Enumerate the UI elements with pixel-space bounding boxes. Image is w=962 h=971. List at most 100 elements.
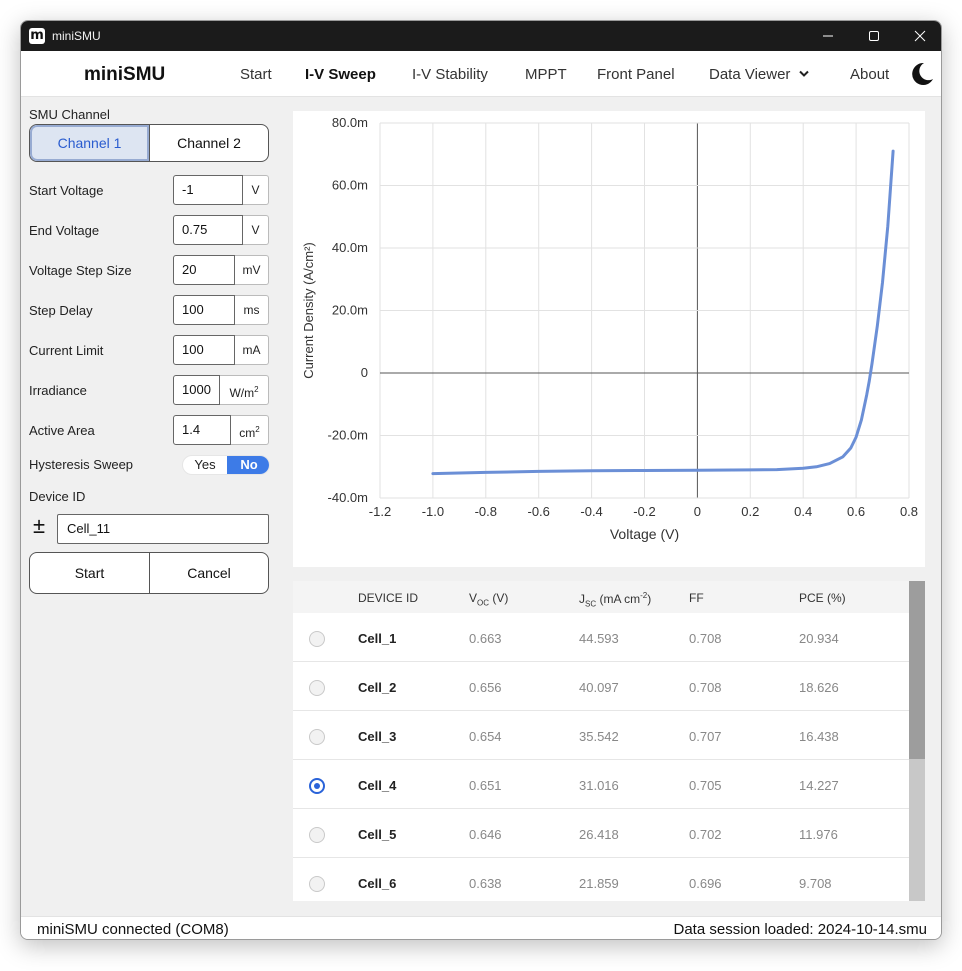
irradiance-field: 1000 W/m2 xyxy=(173,375,269,405)
nav-data-viewer[interactable]: Data Viewer xyxy=(709,66,809,83)
maximize-button[interactable] xyxy=(851,21,897,51)
x-tick-label: 0.8 xyxy=(900,504,918,519)
cell-ff: 0.705 xyxy=(689,778,722,793)
moon-icon[interactable] xyxy=(909,61,935,87)
hysteresis-label: Hysteresis Sweep xyxy=(29,457,134,472)
start-voltage-input[interactable]: -1 xyxy=(173,175,243,205)
nav-iv-sweep[interactable]: I-V Sweep xyxy=(305,66,376,83)
end-voltage-input[interactable]: 0.75 xyxy=(173,215,243,245)
cell-voc: 0.651 xyxy=(469,778,502,793)
table-row[interactable]: Cell_5 0.646 26.418 0.702 11.976 xyxy=(293,809,909,858)
row-select-radio[interactable] xyxy=(309,680,325,696)
active-area-input[interactable]: 1.4 xyxy=(173,415,231,445)
row-select-radio[interactable] xyxy=(309,729,325,745)
iv-chart[interactable]: -1.2 -1.0 -0.8 -0.6 -0.4 -0.2 0 0.2 0.4 0.6 0.8 -40… xyxy=(293,111,925,567)
table-scrollbar[interactable] xyxy=(909,581,925,901)
end-voltage-unit: V xyxy=(243,215,269,245)
irradiance-input[interactable]: 1000 xyxy=(173,375,220,405)
cell-jsc: 40.097 xyxy=(579,680,619,695)
active-area-label: Active Area xyxy=(29,423,95,438)
app-logo-icon: m xyxy=(29,28,45,44)
channel-1-button[interactable]: Channel 1 xyxy=(30,125,149,161)
plus-minus-button[interactable]: ± xyxy=(33,513,45,539)
scrollbar-thumb[interactable] xyxy=(909,581,925,759)
current-limit-label: Current Limit xyxy=(29,343,104,358)
y-tick-label: -20.0m xyxy=(328,428,368,443)
step-delay-unit: ms xyxy=(235,295,269,325)
table-row[interactable]: Cell_6 0.638 21.859 0.696 9.708 xyxy=(293,858,909,901)
cell-jsc: 44.593 xyxy=(579,631,619,646)
irradiance-label: Irradiance xyxy=(29,383,87,398)
cancel-button[interactable]: Cancel xyxy=(149,553,268,593)
voltage-step-unit: mV xyxy=(235,255,269,285)
nav-front-panel[interactable]: Front Panel xyxy=(597,66,675,83)
end-voltage-label: End Voltage xyxy=(29,223,100,238)
step-delay-label: Step Delay xyxy=(29,303,93,318)
minimize-button[interactable] xyxy=(805,21,851,51)
x-tick-label: -0.4 xyxy=(580,504,602,519)
cell-pce: 11.976 xyxy=(799,827,838,842)
connection-status: miniSMU connected (COM8) xyxy=(37,921,229,938)
chevron-down-icon xyxy=(798,70,809,77)
start-button[interactable]: Start xyxy=(30,553,149,593)
hysteresis-no[interactable]: No xyxy=(227,456,269,474)
table-row[interactable]: Cell_1 0.663 44.593 0.708 20.934 xyxy=(293,613,909,662)
channel-2-button[interactable]: Channel 2 xyxy=(149,125,268,161)
cell-device-id: Cell_1 xyxy=(358,631,397,646)
cell-jsc: 35.542 xyxy=(579,729,619,744)
table-row[interactable]: Cell_3 0.654 35.542 0.707 16.438 xyxy=(293,711,909,760)
table-header: DEVICE ID VOC (V) JSC (mA cm-2) FF PCE (… xyxy=(293,581,909,613)
x-tick-label: 0.6 xyxy=(847,504,865,519)
x-tick-label: 0 xyxy=(694,504,701,519)
cell-jsc: 31.016 xyxy=(579,778,619,793)
device-id-input[interactable]: Cell_11 xyxy=(57,514,269,544)
header-pce: PCE (%) xyxy=(799,591,846,605)
row-select-radio[interactable] xyxy=(309,827,325,843)
cell-pce: 20.934 xyxy=(799,631,839,646)
session-status: Data session loaded: 2024-10-14.smu xyxy=(673,921,928,938)
start-voltage-label: Start Voltage xyxy=(29,183,104,198)
row-select-radio[interactable] xyxy=(309,778,325,794)
x-tick-label: 0.2 xyxy=(741,504,759,519)
x-tick-label: -1.2 xyxy=(369,504,391,519)
nav-about[interactable]: About xyxy=(850,66,889,83)
nav-iv-stability[interactable]: I-V Stability xyxy=(412,66,488,83)
current-limit-input[interactable]: 100 xyxy=(173,335,235,365)
header-voc: VOC (V) xyxy=(469,591,508,607)
nav-start[interactable]: Start xyxy=(240,66,272,83)
current-limit-unit: mA xyxy=(235,335,269,365)
table-row[interactable]: Cell_4 0.651 31.016 0.705 14.227 xyxy=(293,760,909,809)
irradiance-unit-sup: 2 xyxy=(254,385,259,394)
current-limit-field: 100 mA xyxy=(173,335,269,365)
x-axis-label: Voltage (V) xyxy=(610,526,679,542)
close-icon xyxy=(914,30,926,42)
cell-ff: 0.707 xyxy=(689,729,722,744)
hysteresis-yes[interactable]: Yes xyxy=(183,456,227,474)
active-area-field: 1.4 cm2 xyxy=(173,415,269,445)
cell-device-id: Cell_4 xyxy=(358,778,397,793)
nav-data-viewer-label: Data Viewer xyxy=(709,66,791,83)
title-bar[interactable]: m miniSMU xyxy=(21,21,941,51)
row-select-radio[interactable] xyxy=(309,631,325,647)
nav-mppt[interactable]: MPPT xyxy=(525,66,567,83)
hysteresis-toggle: Yes No xyxy=(182,455,270,475)
start-voltage-unit: V xyxy=(243,175,269,205)
y-tick-label: -40.0m xyxy=(328,490,368,505)
cell-pce: 16.438 xyxy=(799,729,839,744)
voltage-step-input[interactable]: 20 xyxy=(173,255,235,285)
header-voc-sub: OC xyxy=(477,598,490,608)
y-tick-label: 20.0m xyxy=(332,303,368,318)
header-voc-unit: (V) xyxy=(492,591,509,605)
irradiance-unit: W/m2 xyxy=(220,375,269,405)
table-row[interactable]: Cell_2 0.656 40.097 0.708 18.626 xyxy=(293,662,909,711)
sweep-actions: Start Cancel xyxy=(29,552,269,594)
cell-voc: 0.663 xyxy=(469,631,502,646)
step-delay-input[interactable]: 100 xyxy=(173,295,235,325)
cell-device-id: Cell_5 xyxy=(358,827,397,842)
header-device-id: DEVICE ID xyxy=(358,591,419,605)
step-delay-field: 100 ms xyxy=(173,295,269,325)
cell-ff: 0.702 xyxy=(689,827,722,842)
cell-voc: 0.646 xyxy=(469,827,502,842)
row-select-radio[interactable] xyxy=(309,876,325,892)
close-button[interactable] xyxy=(897,21,941,51)
